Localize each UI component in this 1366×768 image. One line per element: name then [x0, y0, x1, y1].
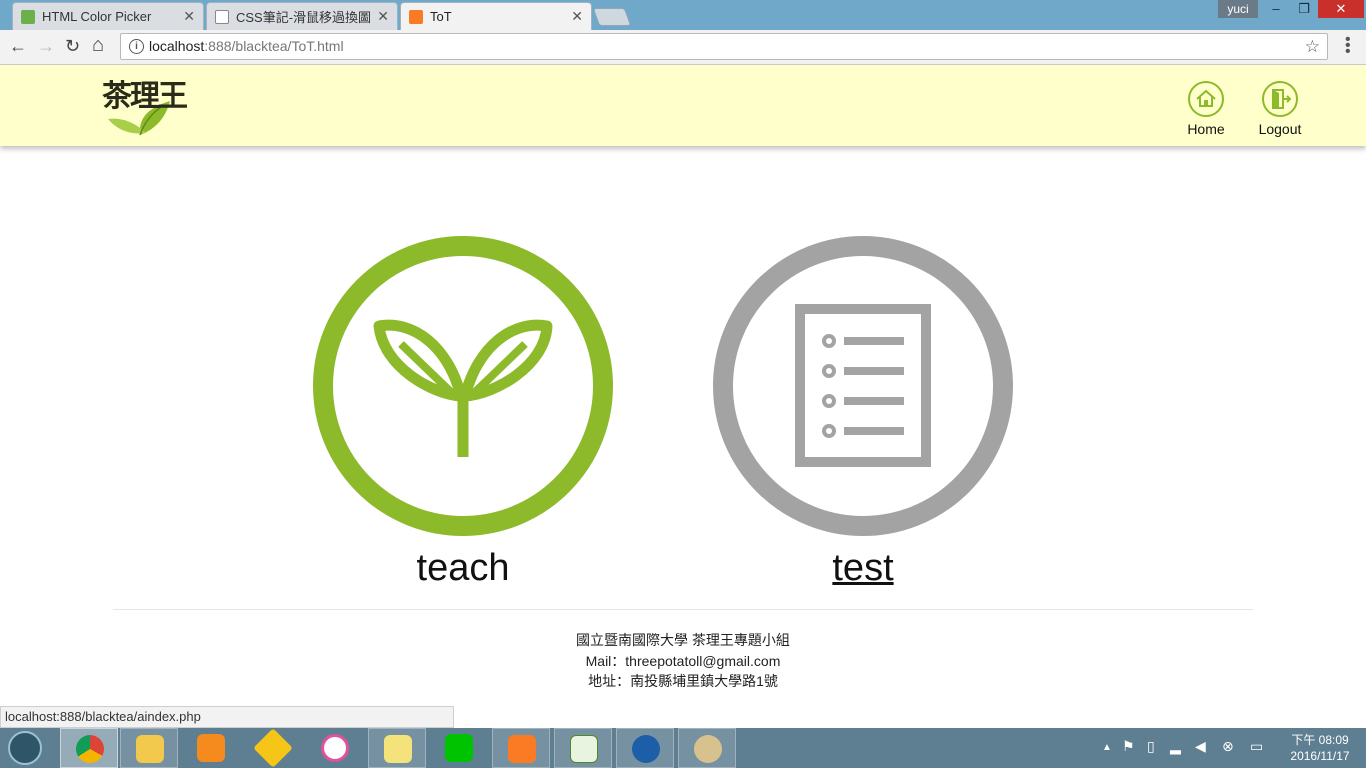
taskbar-xampp[interactable]: [492, 728, 550, 768]
xampp-icon: [508, 735, 536, 763]
notepad-icon: [570, 735, 598, 763]
file-explorer-icon: [136, 735, 164, 763]
document-list-icon[interactable]: [713, 236, 1013, 536]
chrome-icon: [76, 735, 104, 763]
taskbar-app[interactable]: [244, 728, 302, 768]
site-logo-text: 茶理王: [102, 79, 188, 114]
device-icon[interactable]: ▯: [1147, 738, 1155, 755]
volume-icon[interactable]: ◀: [1195, 738, 1206, 755]
network-signal-icon[interactable]: ▂: [1170, 738, 1181, 755]
back-button[interactable]: ←: [9, 36, 27, 57]
taskbar-chrome[interactable]: [60, 728, 118, 768]
home-icon: [1188, 81, 1224, 117]
logout-nav-button[interactable]: Logout: [1250, 81, 1310, 137]
home-label: Home: [1187, 121, 1225, 137]
close-tab-icon[interactable]: ✕: [377, 8, 389, 25]
reload-button[interactable]: ↻: [65, 36, 80, 57]
sprout-icon[interactable]: [313, 236, 613, 536]
address-bar[interactable]: i localhost:888/blacktea/ToT.html ☆: [120, 33, 1328, 60]
taskbar-itunes[interactable]: [306, 728, 364, 768]
action-center-flag-icon[interactable]: ⚑: [1122, 738, 1135, 755]
footer: 國立暨南國際大學 茶理王專題小組 Mail：threepotatoll@gmai…: [0, 630, 1366, 692]
close-window-button[interactable]: ✕: [1318, 0, 1364, 18]
status-x-icon[interactable]: ⊗: [1222, 738, 1234, 755]
home-button[interactable]: ⌂: [92, 34, 104, 57]
forward-button[interactable]: →: [37, 36, 55, 57]
tab-title: ToT: [430, 9, 452, 24]
home-nav-button[interactable]: Home: [1176, 81, 1236, 137]
color-picker-favicon-icon: [21, 9, 35, 24]
clock-date: 2016/11/17: [1290, 749, 1350, 763]
taskbar-sticky-notes[interactable]: [368, 728, 426, 768]
tab-html-color-picker[interactable]: HTML Color Picker ✕: [12, 2, 204, 30]
app-icon: [632, 735, 660, 763]
line-icon: [445, 734, 473, 762]
taskbar-clock[interactable]: 下午 08:09 2016/11/17: [1280, 732, 1360, 764]
footer-divider: [113, 609, 1253, 610]
bookmark-star-icon[interactable]: ☆: [1305, 34, 1320, 59]
link-status-bubble: localhost:888/blacktea/aindex.php: [0, 706, 454, 728]
browser-menu-icon[interactable]: • • •: [1345, 32, 1351, 60]
address-url[interactable]: localhost:888/blacktea/ToT.html: [149, 34, 344, 59]
tab-tot[interactable]: ToT ✕: [400, 2, 592, 30]
windows-taskbar: ▲ ⚑ ▯ ▂ ◀ ⊗ ▭ 下午 08:09 2016/11/17: [0, 728, 1366, 768]
taskbar-file-explorer[interactable]: [120, 728, 178, 768]
browser-toolbar: ← → ↻ ⌂ i localhost:888/blacktea/ToT.htm…: [0, 30, 1366, 65]
notification-icon[interactable]: ▭: [1250, 738, 1263, 755]
xampp-favicon-icon: [409, 9, 423, 24]
restore-button[interactable]: ❐: [1290, 0, 1318, 18]
profile-user-badge[interactable]: yuci: [1218, 0, 1258, 18]
browser-titlebar: HTML Color Picker ✕ CSS筆記-滑鼠移過換圖 - ✕ ToT…: [0, 0, 1366, 30]
site-info-icon[interactable]: i: [129, 39, 144, 54]
teach-card[interactable]: teach: [313, 236, 613, 590]
taskbar-paint[interactable]: [678, 728, 736, 768]
logout-icon: [1262, 81, 1298, 117]
paint-icon: [694, 735, 722, 763]
test-card[interactable]: test: [713, 236, 1013, 590]
site-header: 茶理王 Home Logout: [0, 65, 1366, 146]
url-host: localhost: [149, 38, 205, 54]
new-tab-button[interactable]: [592, 8, 632, 26]
media-player-icon: [197, 734, 225, 762]
teach-label[interactable]: teach: [313, 546, 613, 590]
close-tab-icon[interactable]: ✕: [571, 8, 583, 25]
tab-title: HTML Color Picker: [42, 9, 152, 24]
taskbar-app[interactable]: [616, 728, 674, 768]
start-button[interactable]: [8, 731, 42, 765]
itunes-icon: [321, 734, 349, 762]
taskbar-line[interactable]: [430, 728, 488, 768]
taskbar-notepad[interactable]: [554, 728, 612, 768]
url-path: :888/blacktea/ToT.html: [204, 38, 344, 54]
sticky-notes-icon: [384, 735, 412, 763]
footer-organization: 國立暨南國際大學 茶理王專題小組: [576, 632, 790, 648]
close-tab-icon[interactable]: ✕: [183, 8, 195, 25]
footer-mail: Mail：threepotatoll@gmail.com: [585, 652, 781, 669]
tab-title: CSS筆記-滑鼠移過換圖 -: [236, 10, 372, 25]
logout-label: Logout: [1258, 121, 1302, 137]
test-label[interactable]: test: [713, 546, 1013, 590]
document-favicon-icon: [215, 9, 229, 24]
footer-address: 地址：南投縣埔里鎮大學路1號: [588, 673, 778, 689]
minimize-button[interactable]: –: [1262, 0, 1290, 18]
tray-expand-icon[interactable]: ▲: [1102, 742, 1112, 753]
taskbar-media-player[interactable]: [182, 728, 240, 768]
app-icon: [253, 728, 293, 768]
clock-time: 下午 08:09: [1291, 733, 1349, 747]
tab-css-notes[interactable]: CSS筆記-滑鼠移過換圖 - ✕: [206, 2, 398, 30]
